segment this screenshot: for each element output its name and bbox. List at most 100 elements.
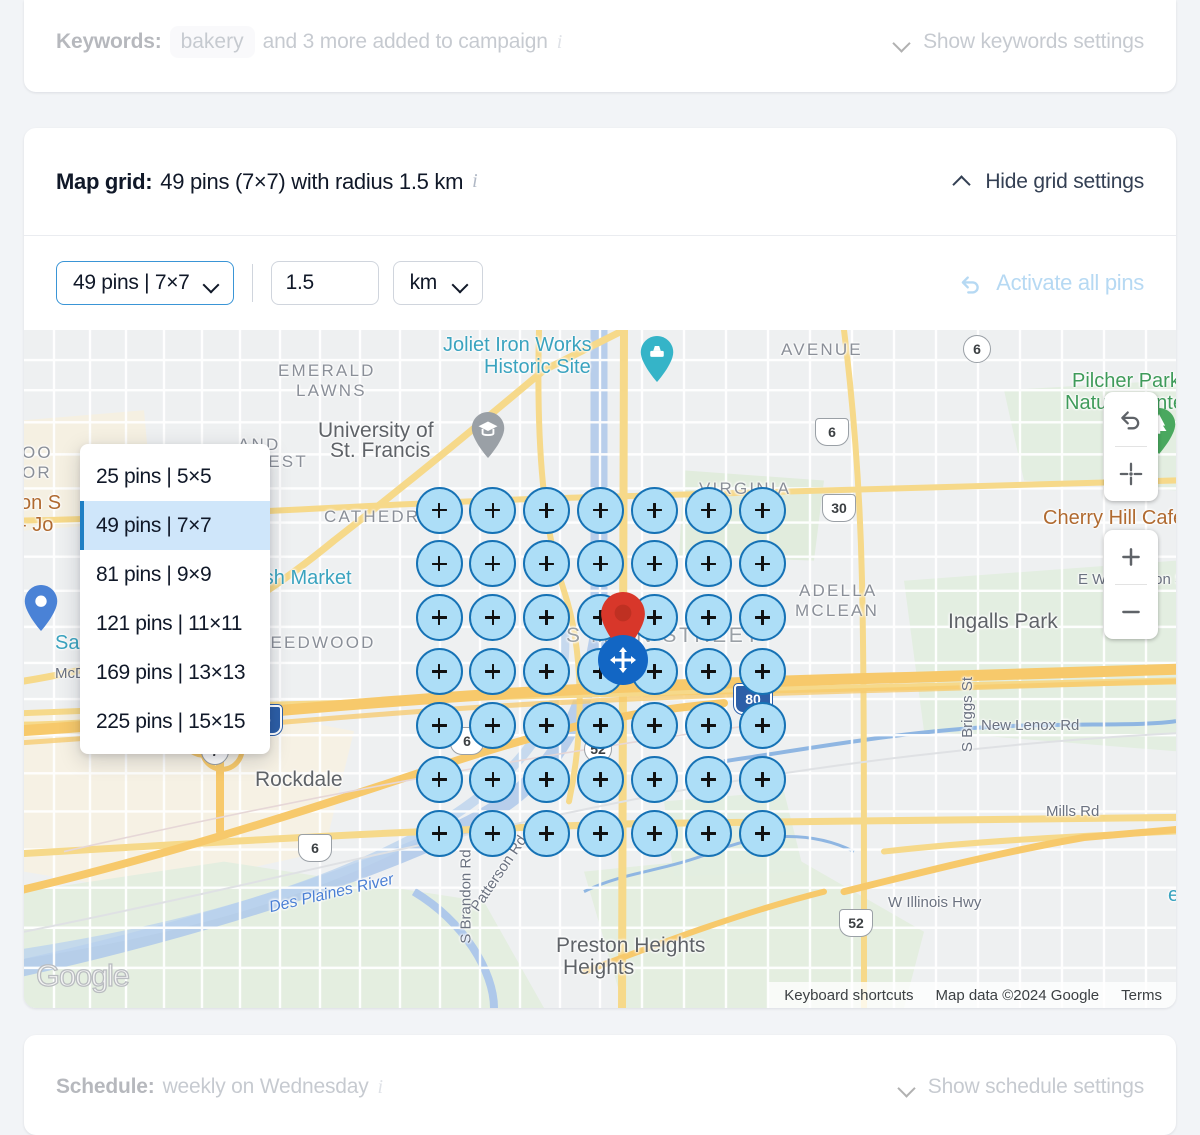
info-icon[interactable]: i [472,170,478,193]
plus-icon [485,664,500,679]
grid-size-option[interactable]: 225 pins | 15×15 [80,697,270,746]
map-pin[interactable] [631,487,678,534]
map-pin[interactable] [739,487,786,534]
radius-input[interactable] [271,261,379,305]
schedule-summary: weekly on Wednesday [163,1075,369,1099]
map-pin[interactable] [631,702,678,749]
grid-size-option[interactable]: 81 pins | 9×9 [80,550,270,599]
map-pin[interactable] [739,594,786,641]
highway-shield-label: 6 [973,341,981,357]
map-pin[interactable] [739,702,786,749]
zoom-out-button[interactable] [1104,585,1158,639]
map-pin[interactable] [577,487,624,534]
center-crosshair-icon [1118,461,1144,487]
map-pin[interactable] [739,540,786,587]
map-pin[interactable] [469,487,516,534]
map-pin[interactable] [416,810,463,857]
keyword-chip[interactable]: bakery [170,26,255,58]
poi-marker-joliet-iron-works[interactable] [640,336,674,382]
map-pin[interactable] [739,756,786,803]
map-pin[interactable] [577,702,624,749]
info-icon[interactable]: i [378,1076,384,1099]
grid-size-select-value: 49 pins | 7×7 [73,271,190,295]
info-icon[interactable]: i [557,31,563,54]
schedule-card: Schedule: weekly on Wednesday i Show sch… [24,1035,1176,1135]
map-pin[interactable] [416,702,463,749]
activate-all-pins-button[interactable]: Activate all pins [958,270,1144,296]
undo-button[interactable] [1104,392,1158,446]
map-pin[interactable] [416,487,463,534]
map-pin[interactable] [631,756,678,803]
grid-size-option[interactable]: 121 pins | 11×11 [80,599,270,648]
map-grid-header: Map grid: 49 pins (7×7) with radius 1.5 … [24,128,1176,236]
plus-icon [755,718,770,733]
map-pin[interactable] [739,810,786,857]
show-keywords-settings-label[interactable]: Show keywords settings [923,30,1144,54]
zoom-in-button[interactable] [1104,530,1158,584]
plus-icon [701,664,716,679]
keyboard-shortcuts-link[interactable]: Keyboard shortcuts [784,987,913,1004]
plus-icon [647,772,662,787]
hide-grid-settings-label: Hide grid settings [985,170,1144,194]
schedule-row[interactable]: Schedule: weekly on Wednesday i Show sch… [24,1059,1176,1115]
map-pin[interactable] [577,810,624,857]
plus-icon [755,556,770,571]
grid-size-option[interactable]: 49 pins | 7×7 [80,501,270,550]
highway-shield: 6 [815,418,849,446]
map-data-text: Map data ©2024 Google [935,987,1099,1004]
plus-icon [539,718,554,733]
map-pin[interactable] [685,648,732,695]
keywords-summary: and 3 more added to campaign [263,30,548,54]
map-pin[interactable] [739,648,786,695]
plus-icon [485,610,500,625]
plus-icon [432,556,447,571]
map-pin[interactable] [685,702,732,749]
plus-icon [432,610,447,625]
map-pin[interactable] [685,594,732,641]
grid-size-select[interactable]: 49 pins | 7×7 [56,261,234,305]
terms-link[interactable]: Terms [1121,987,1162,1004]
highway-shield-label: 6 [828,424,836,440]
map-pin[interactable] [523,810,570,857]
plus-icon [485,718,500,733]
chevron-down-icon [453,279,468,288]
map-pin[interactable] [416,540,463,587]
poi-marker-left-edge[interactable] [24,585,58,631]
hide-grid-settings-button[interactable]: Hide grid settings [953,170,1144,194]
minus-icon [1118,599,1144,625]
map-drag-handle[interactable] [598,635,648,685]
map-pin[interactable] [416,594,463,641]
map-grid-toolbar: 49 pins | 7×7 km Activate all pins [24,236,1176,330]
chevron-down-icon [893,37,911,48]
grid-size-dropdown[interactable]: 25 pins | 5×549 pins | 7×781 pins | 9×91… [80,444,270,754]
map-pin[interactable] [416,756,463,803]
undo-arrow-icon [958,270,984,296]
recenter-button[interactable] [1104,447,1158,501]
map-attribution: Keyboard shortcuts Map data ©2024 Google… [768,982,1176,1008]
plus-icon [432,503,447,518]
map-pin[interactable] [469,810,516,857]
grid-size-option[interactable]: 169 pins | 13×13 [80,648,270,697]
map-pin[interactable] [685,810,732,857]
map-pin[interactable] [631,810,678,857]
map-pin[interactable] [523,487,570,534]
plus-icon [755,826,770,841]
keywords-row[interactable]: Keywords: bakery and 3 more added to cam… [24,14,1176,70]
poi-marker-university[interactable] [471,412,505,458]
map-pin[interactable] [685,756,732,803]
plus-icon [432,664,447,679]
map-pin[interactable] [416,648,463,695]
map-pin[interactable] [523,756,570,803]
map-pin[interactable] [685,487,732,534]
toolbar-divider [252,264,253,302]
map-pin[interactable] [577,756,624,803]
activate-all-pins-label: Activate all pins [996,270,1144,296]
plus-icon [593,772,608,787]
radius-unit-select[interactable]: km [393,261,483,305]
show-schedule-settings-label[interactable]: Show schedule settings [928,1075,1144,1099]
plus-icon [701,826,716,841]
plus-icon [432,718,447,733]
grid-size-option[interactable]: 25 pins | 5×5 [80,452,270,501]
plus-icon [539,826,554,841]
plus-icon [647,826,662,841]
